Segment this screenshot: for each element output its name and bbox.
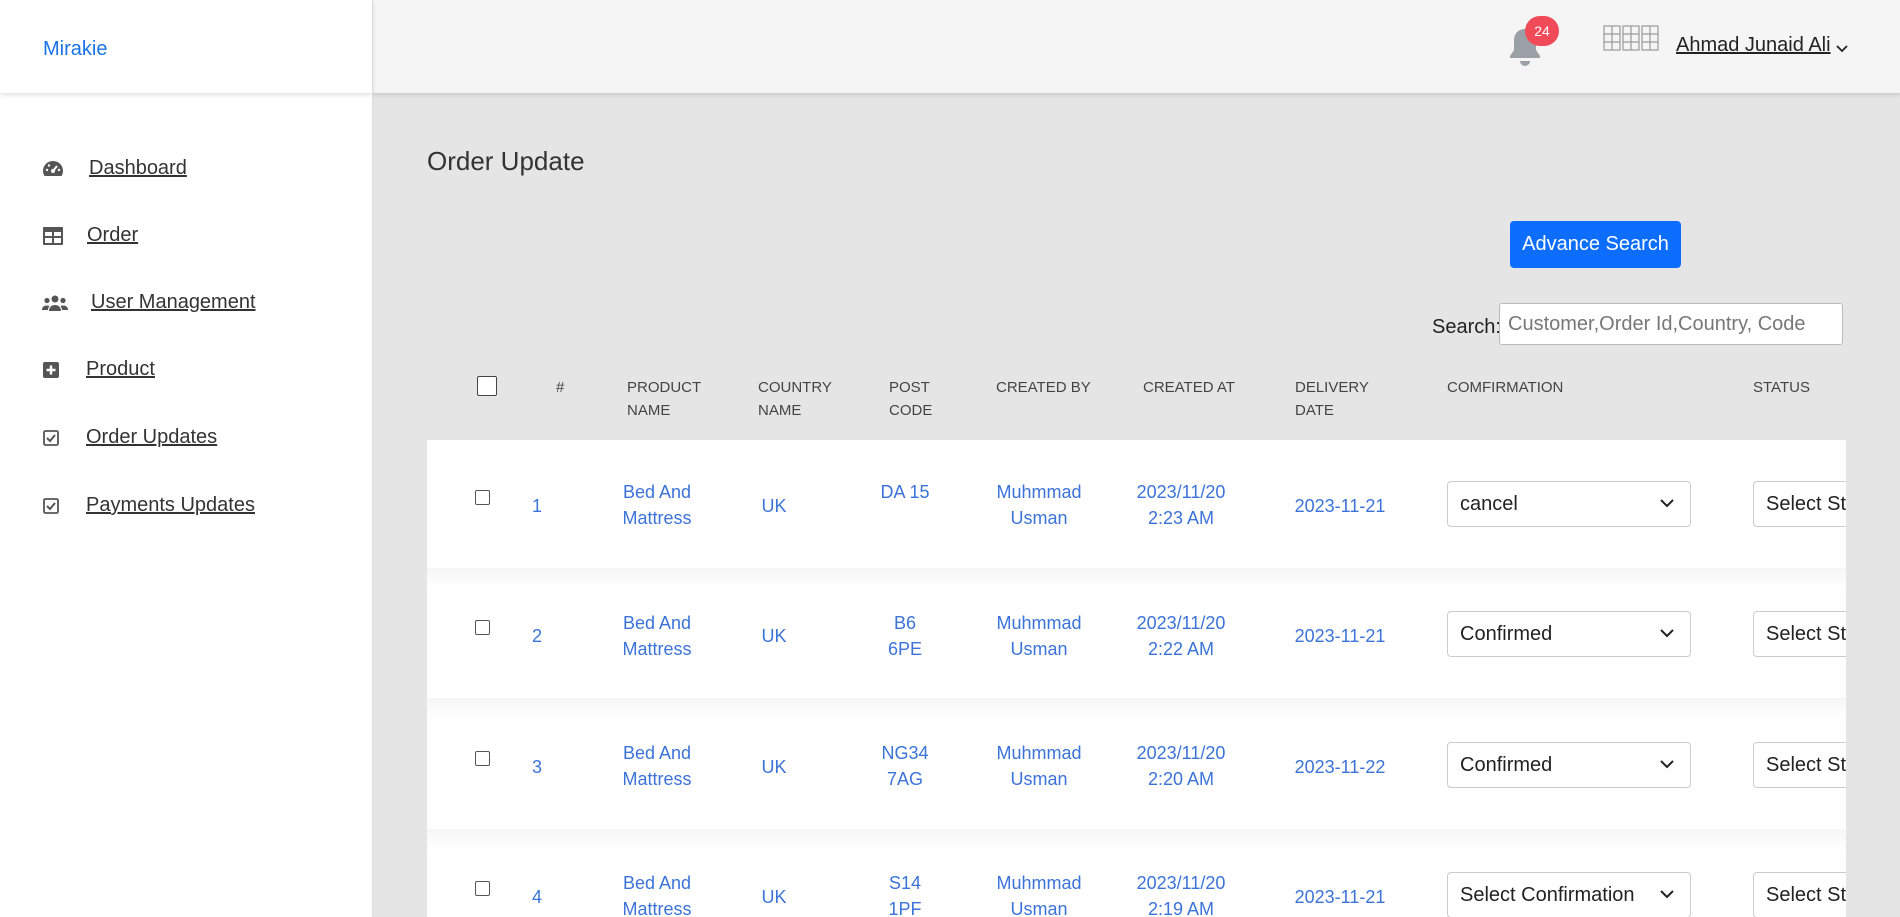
row-checkbox[interactable] xyxy=(475,620,490,635)
status-select[interactable]: Select Sta xyxy=(1753,481,1846,527)
confirmation-select[interactable]: Select Confirmation xyxy=(1447,872,1691,917)
row-checkbox[interactable] xyxy=(475,881,490,896)
plus-square-icon xyxy=(42,359,60,381)
created-by-link[interactable]: Muhmmad Usman xyxy=(989,740,1089,792)
brand-logo-link[interactable]: Mirakie xyxy=(43,38,107,61)
column-header-product-name: PRODUCT NAME xyxy=(627,379,701,419)
sidebar-item-order[interactable]: Order xyxy=(42,224,138,247)
row-checkbox[interactable] xyxy=(475,490,490,505)
delivery-date-link[interactable]: 2023-11-22 xyxy=(1285,754,1395,780)
row-divider xyxy=(427,568,1846,590)
status-select-value: Select Sta xyxy=(1766,883,1846,906)
post-code-link[interactable]: NG34 7AG xyxy=(880,740,930,792)
sidebar-item-label: Product xyxy=(86,358,155,380)
created-by-link[interactable]: Muhmmad Usman xyxy=(989,479,1089,531)
product-name-link[interactable]: Bed And Mattress xyxy=(607,610,707,662)
confirmation-select-value: cancel xyxy=(1460,492,1518,515)
row-divider xyxy=(427,698,1846,720)
column-header-created-at: CREATED AT xyxy=(1143,379,1235,396)
created-by-link[interactable]: Muhmmad Usman xyxy=(989,610,1089,662)
column-header-status: STATUS xyxy=(1753,379,1810,396)
chevron-down-icon xyxy=(1660,760,1674,769)
delivery-date-link[interactable]: 2023-11-21 xyxy=(1285,493,1395,519)
page-title: Order Update xyxy=(427,146,585,176)
status-select[interactable]: Select Sta xyxy=(1753,742,1846,788)
sidebar: Mirakie Dashboard Order User Management … xyxy=(0,0,373,917)
column-header-country-name: COUNTRY NAME xyxy=(758,379,832,419)
sidebar-item-user-management[interactable]: User Management xyxy=(42,291,256,314)
sidebar-item-label: Order xyxy=(87,224,139,246)
user-menu-name[interactable]: Ahmad Junaid Ali xyxy=(1676,34,1831,57)
delivery-date-link[interactable]: 2023-11-21 xyxy=(1285,623,1395,649)
country-name-link[interactable]: UK xyxy=(759,754,789,780)
search-input[interactable] xyxy=(1499,303,1843,345)
status-select-value: Select Sta xyxy=(1766,622,1846,645)
product-name-link[interactable]: Bed And Mattress xyxy=(607,479,707,531)
column-header-post-code: POST CODE xyxy=(889,379,933,419)
confirmation-select[interactable]: Confirmed xyxy=(1447,742,1691,788)
status-select[interactable]: Select Sta xyxy=(1753,872,1846,917)
order-number-link[interactable]: 3 xyxy=(527,754,547,780)
column-header-number: # xyxy=(556,379,565,396)
confirmation-select[interactable]: cancel xyxy=(1447,481,1691,527)
post-code-link[interactable]: B6 6PE xyxy=(880,610,930,662)
created-at-link[interactable]: 2023/11/20 2:19 AM xyxy=(1131,870,1231,917)
created-at-link[interactable]: 2023/11/20 2:23 AM xyxy=(1131,479,1231,531)
sidebar-item-label: Order Updates xyxy=(86,426,218,448)
orders-table: 1 Bed And Mattress UK DA 15 Muhmmad Usma… xyxy=(427,440,1846,917)
sidebar-item-product[interactable]: Product xyxy=(42,358,155,381)
confirmation-select-value: Confirmed xyxy=(1460,622,1553,645)
chevron-down-icon xyxy=(1660,629,1674,638)
product-name-link[interactable]: Bed And Mattress xyxy=(607,740,707,792)
sidebar-item-label: Dashboard xyxy=(89,157,187,179)
sidebar-item-order-updates[interactable]: Order Updates xyxy=(42,426,217,449)
post-code-link[interactable]: DA 15 xyxy=(880,479,930,505)
row-checkbox[interactable] xyxy=(475,751,490,766)
delivery-date-link[interactable]: 2023-11-21 xyxy=(1285,884,1395,910)
row-divider xyxy=(427,829,1846,851)
created-at-link[interactable]: 2023/11/20 2:22 AM xyxy=(1131,610,1231,662)
country-name-link[interactable]: UK xyxy=(759,623,789,649)
dashboard-gauge-icon xyxy=(42,158,64,180)
product-name-link[interactable]: Bed And Mattress xyxy=(607,870,707,917)
chevron-down-icon xyxy=(1660,499,1674,508)
search-label: Search: xyxy=(1432,316,1501,338)
column-header-confirmation: COMFIRMATION xyxy=(1447,379,1564,396)
sidebar-item-label: Payments Updates xyxy=(86,494,255,516)
order-number-link[interactable]: 2 xyxy=(527,623,547,649)
top-header xyxy=(373,0,1900,93)
checkbox-icon xyxy=(42,427,60,449)
chevron-down-icon[interactable] xyxy=(1836,40,1848,58)
sidebar-item-dashboard[interactable]: Dashboard xyxy=(42,157,187,180)
order-number-link[interactable]: 4 xyxy=(527,884,547,910)
confirmation-select-value: Confirmed xyxy=(1460,753,1553,776)
users-icon xyxy=(42,292,68,314)
country-name-link[interactable]: UK xyxy=(759,884,789,910)
sidebar-item-label: User Management xyxy=(91,291,256,313)
advance-search-button[interactable]: Advance Search xyxy=(1510,221,1681,268)
status-select-value: Select Sta xyxy=(1766,492,1846,515)
sidebar-divider xyxy=(372,0,373,917)
status-select-value: Select Sta xyxy=(1766,753,1846,776)
created-at-link[interactable]: 2023/11/20 2:20 AM xyxy=(1131,740,1231,792)
sidebar-brand-bar: Mirakie xyxy=(0,0,373,93)
created-by-link[interactable]: Muhmmad Usman xyxy=(989,870,1089,917)
avatar xyxy=(1602,22,1660,54)
column-header-delivery-date: DELIVERY DATE xyxy=(1295,379,1369,419)
select-all-checkbox[interactable] xyxy=(477,376,497,396)
country-name-link[interactable]: UK xyxy=(759,493,789,519)
post-code-link[interactable]: S14 1PF xyxy=(880,870,930,917)
checkbox-icon xyxy=(42,495,60,517)
notification-count-badge: 24 xyxy=(1525,16,1559,46)
column-header-created-by: CREATED BY xyxy=(996,379,1091,396)
sidebar-item-payments-updates[interactable]: Payments Updates xyxy=(42,494,255,517)
confirmation-select-value: Select Confirmation xyxy=(1460,883,1635,906)
status-select[interactable]: Select Sta xyxy=(1753,611,1846,657)
order-number-link[interactable]: 1 xyxy=(527,493,547,519)
chevron-down-icon xyxy=(1660,890,1674,899)
table-icon xyxy=(42,225,64,247)
confirmation-select[interactable]: Confirmed xyxy=(1447,611,1691,657)
